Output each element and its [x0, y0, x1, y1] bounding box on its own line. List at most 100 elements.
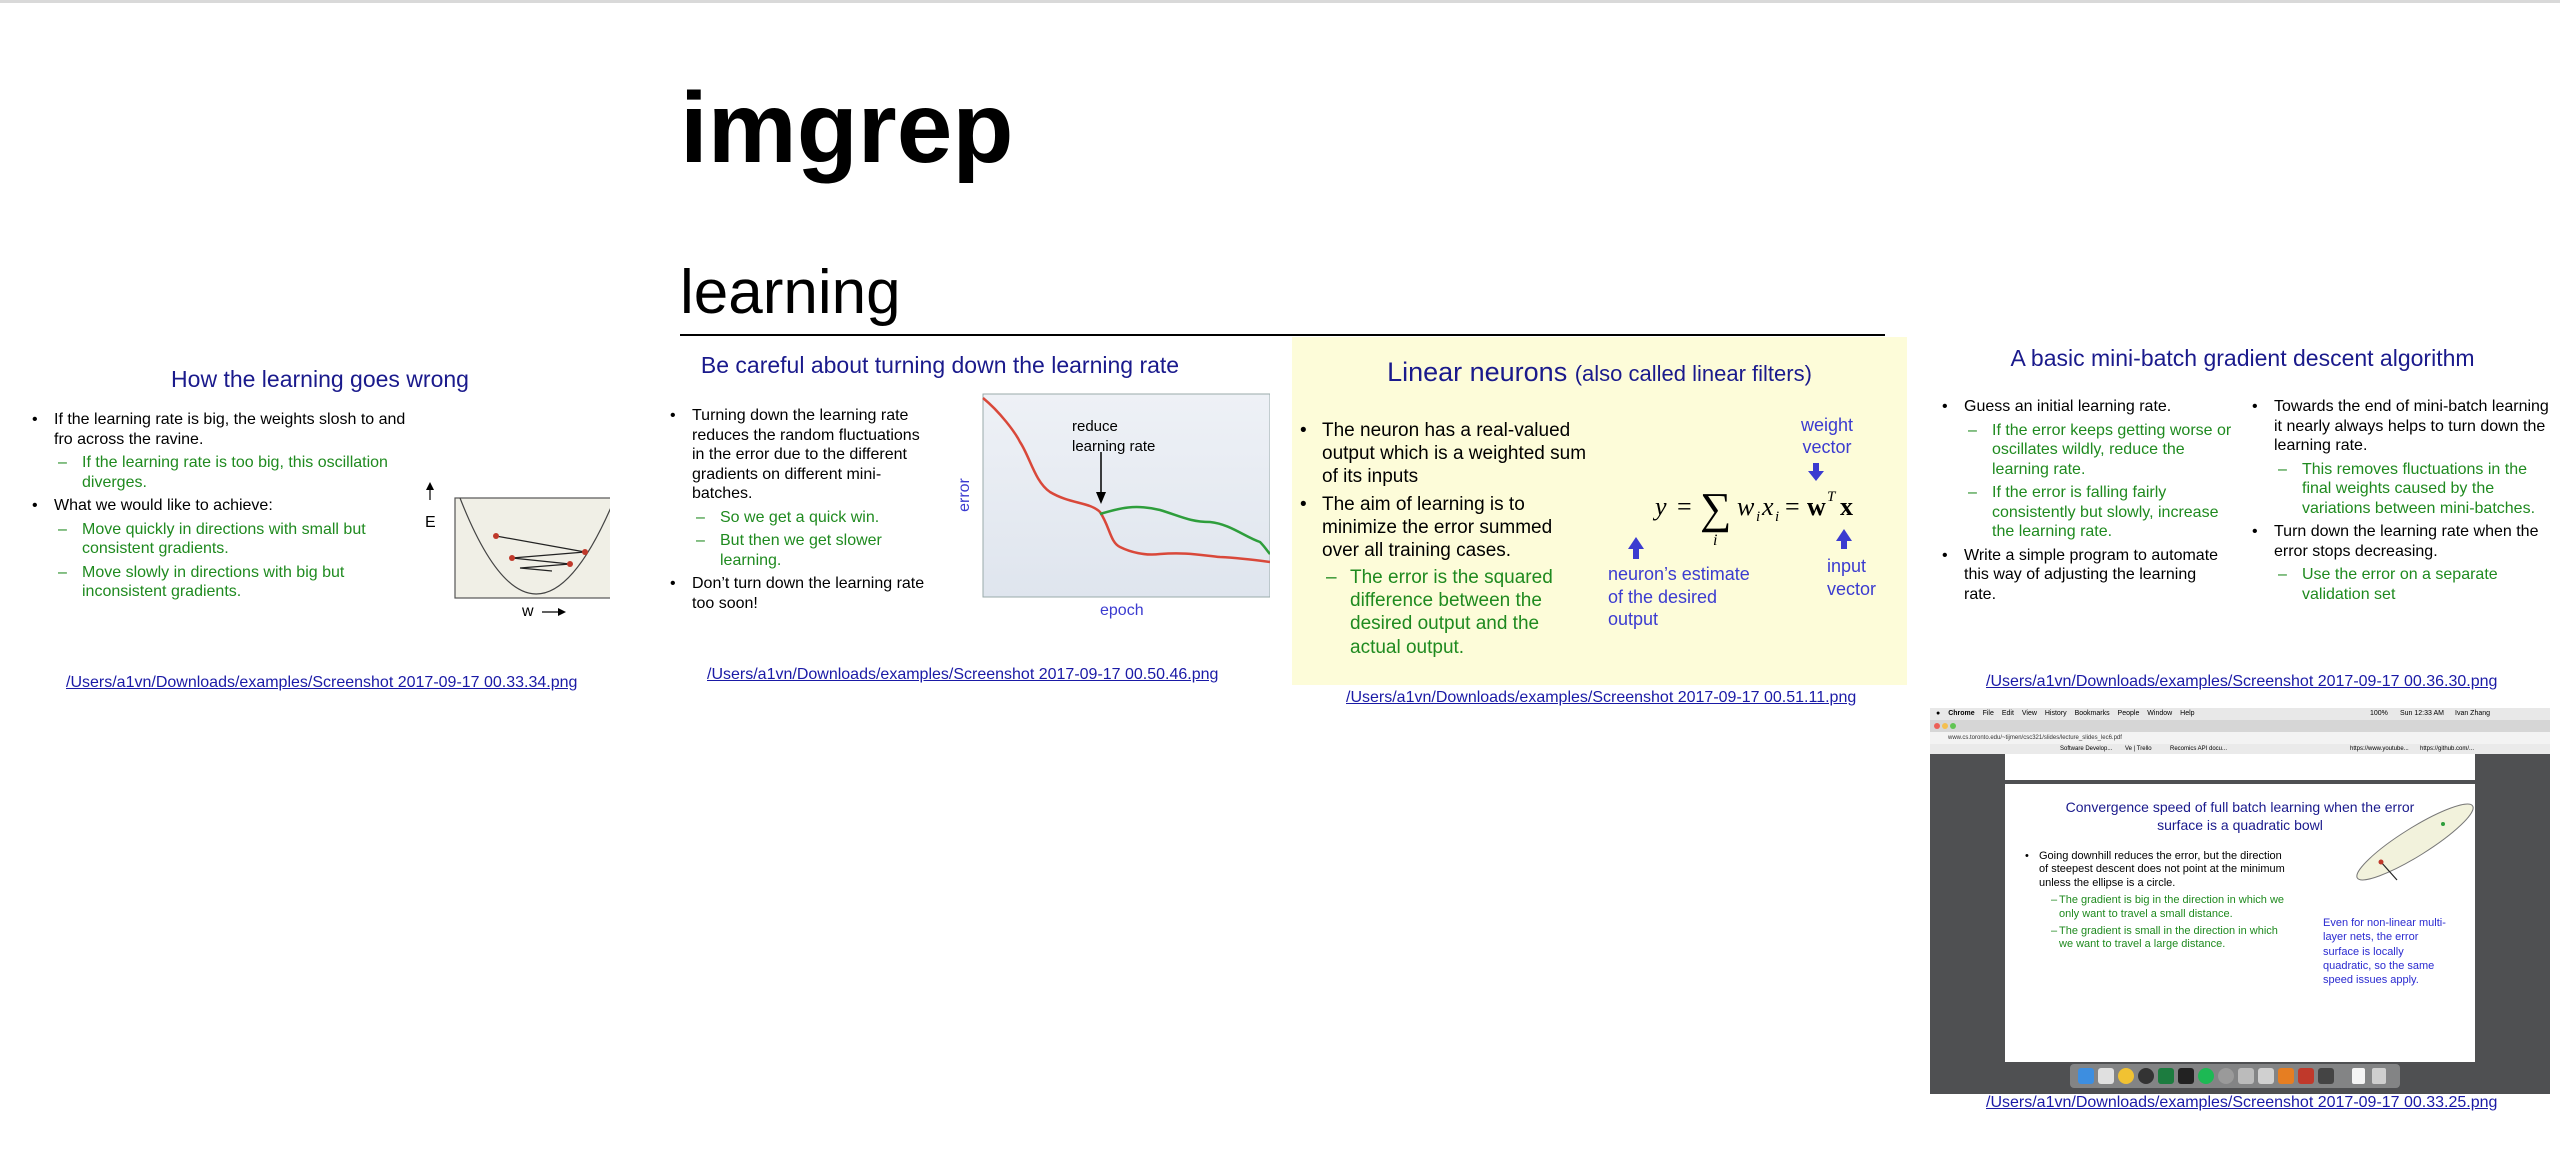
svg-text:i: i: [1713, 532, 1717, 549]
estimate-label: neuron’s estimate of the desired output: [1608, 564, 1750, 629]
pdf-side-note: Even for non-linear multi-layer nets, th…: [2323, 917, 2446, 987]
page-title: imgrep: [680, 72, 1014, 184]
menu-item: File: [1982, 710, 1994, 717]
result-file-link[interactable]: /Users/a1vn/Downloads/examples/Screensho…: [1346, 689, 1856, 707]
svg-text:=: =: [1677, 492, 1692, 521]
result-file-link[interactable]: /Users/a1vn/Downloads/examples/Screensho…: [707, 666, 1218, 684]
app-icon: [2238, 1068, 2254, 1084]
sub-bullet: Move slowly in directions with big but i…: [32, 563, 412, 602]
result-card-3: Linear neurons (also called linear filte…: [1292, 337, 1907, 717]
slide-bullets-right: Towards the end of mini-batch learning i…: [2252, 397, 2552, 608]
menubar-user: Ivan Zhang: [2455, 710, 2491, 717]
app-icon: [2278, 1068, 2294, 1084]
slide-title-main: Linear neurons: [1387, 357, 1568, 387]
menubar-clock: Sun 12:33 AM: [2400, 710, 2444, 717]
browser-address-bar: www.cs.toronto.edu/~tijmen/csc321/slides…: [1930, 732, 2550, 744]
sub-bullet: So we get a quick win.: [670, 508, 930, 528]
slide-bullets: Turning down the learning rate reduces t…: [670, 406, 930, 617]
menu-item: Edit: [2001, 710, 2014, 717]
dock: [2070, 1064, 2400, 1088]
trash-icon: [2372, 1068, 2386, 1084]
menu-item: View: [2021, 710, 2037, 717]
svg-text:∑: ∑: [1700, 484, 1731, 533]
window-minimize-icon: [1942, 723, 1948, 729]
sub-bullet: If the error is falling fairly consisten…: [1942, 483, 2232, 542]
error-epoch-chart: reduce learning rate error epoch: [956, 392, 1270, 622]
slide-bullets: If the learning rate is big, the weights…: [32, 410, 412, 606]
svg-text:w: w: [1737, 492, 1755, 521]
sub-bullet: Use the error on a separate validation s…: [2252, 565, 2552, 604]
window-zoom-icon: [1950, 723, 1956, 729]
bullet: The neuron has a real-valued output whic…: [1300, 419, 1590, 489]
result-thumbnail[interactable]: Be careful about turning down the learni…: [660, 340, 1270, 652]
menu-item: Help: [2180, 710, 2195, 717]
bullet: If the learning rate is big, the weights…: [32, 410, 412, 449]
section-title: learning: [680, 258, 901, 327]
axis-label-w: w: [522, 603, 534, 620]
bullet: Towards the end of mini-batch learning i…: [2252, 397, 2552, 456]
weight-vector-label: weight vector: [1800, 415, 1854, 457]
chrome-icon: [2118, 1068, 2134, 1084]
chart-annotation: reduce learning rate: [1072, 418, 1156, 455]
bullet: What we would like to achieve:: [32, 496, 412, 516]
svg-text:y: y: [1652, 492, 1667, 521]
browser-tabbar: [1930, 720, 2550, 732]
sub-bullet: If the learning rate is too big, this os…: [32, 453, 412, 492]
result-card-2: Be careful about turning down the learni…: [660, 340, 1270, 690]
result-file-link[interactable]: /Users/a1vn/Downloads/examples/Screensho…: [1986, 1094, 2497, 1112]
svg-text:w: w: [1807, 492, 1826, 521]
svg-text:i: i: [1775, 509, 1779, 525]
terminal-icon: [2178, 1068, 2194, 1084]
sub-bullet: The error is the squared difference betw…: [1300, 566, 1590, 659]
menu-item: Window: [2147, 710, 2173, 717]
result-card-1: How the learning goes wrong If the learn…: [20, 350, 620, 700]
result-thumbnail[interactable]: ● Chrome File Edit View History Bookmark…: [1930, 708, 2550, 1094]
svg-text:i: i: [1756, 509, 1760, 525]
app-icon: [2158, 1068, 2174, 1084]
linear-neuron-equation: y = ∑ i w i x i = w T x weight vector ne…: [1602, 415, 1902, 685]
bookmark: Software Develop...: [2060, 746, 2113, 752]
slide-bullets-left: Guess an initial learning rate. If the e…: [1942, 397, 2232, 608]
bookmark: Ve | Trello: [2125, 746, 2152, 752]
app-icon: [2298, 1068, 2314, 1084]
chart-ylabel: error: [955, 478, 973, 512]
bullet: Don’t turn down the learning rate too so…: [670, 574, 930, 613]
svg-text:=: =: [1785, 492, 1800, 521]
sub-bullet: Move quickly in directions with small bu…: [32, 520, 412, 559]
slide-title: Linear neurons (also called linear filte…: [1292, 357, 1907, 388]
result-card-5: ● Chrome File Edit View History Bookmark…: [1930, 708, 2550, 1118]
result-card-4: A basic mini-batch gradient descent algo…: [1930, 335, 2555, 700]
bullet: The aim of learning is to minimize the e…: [1300, 493, 1590, 563]
input-vector-label: input vector: [1827, 556, 1877, 599]
slide-title: Be careful about turning down the learni…: [700, 352, 1180, 378]
pdf-prev-page: [2005, 754, 2475, 780]
sub-bullet: This removes fluctuations in the final w…: [2252, 460, 2552, 519]
document-icon: [2352, 1068, 2365, 1084]
slide-title: How the learning goes wrong: [171, 366, 469, 392]
result-file-link[interactable]: /Users/a1vn/Downloads/examples/Screensho…: [1986, 673, 2497, 691]
bullet: Write a simple program to automate this …: [1942, 546, 2232, 605]
github-icon: [2138, 1068, 2154, 1084]
app-icon: [2098, 1068, 2114, 1084]
slide-bullets: The neuron has a real-valued output whic…: [1300, 419, 1590, 663]
settings-icon: [2218, 1068, 2234, 1084]
bookmark: Recomics API docu...: [2170, 746, 2228, 752]
battery-status: 100%: [2370, 710, 2388, 717]
mac-menubar: ● Chrome File Edit View History Bookmark…: [1930, 708, 2550, 720]
menu-item: People: [2117, 710, 2140, 717]
svg-text:T: T: [1827, 489, 1837, 505]
result-thumbnail[interactable]: A basic mini-batch gradient descent algo…: [1930, 335, 2555, 665]
slide-title-note: (also called linear filters): [1574, 361, 1812, 386]
slide-title: A basic mini-batch gradient descent algo…: [2010, 345, 2475, 371]
result-file-link[interactable]: /Users/a1vn/Downloads/examples/Screensho…: [66, 674, 577, 692]
bullet: Turn down the learning rate when the err…: [2252, 522, 2552, 561]
apple-icon: ●: [1936, 710, 1941, 717]
bookmark: https://www.youtube...: [2350, 746, 2409, 752]
menu-item: History: [2044, 710, 2067, 717]
svg-text:x: x: [1840, 492, 1853, 521]
app-icon: [2318, 1068, 2334, 1084]
menu-item: Bookmarks: [2074, 710, 2110, 717]
result-thumbnail[interactable]: Linear neurons (also called linear filte…: [1292, 337, 1907, 685]
menu-item: Chrome: [1948, 710, 1975, 717]
result-thumbnail[interactable]: How the learning goes wrong If the learn…: [20, 350, 620, 660]
